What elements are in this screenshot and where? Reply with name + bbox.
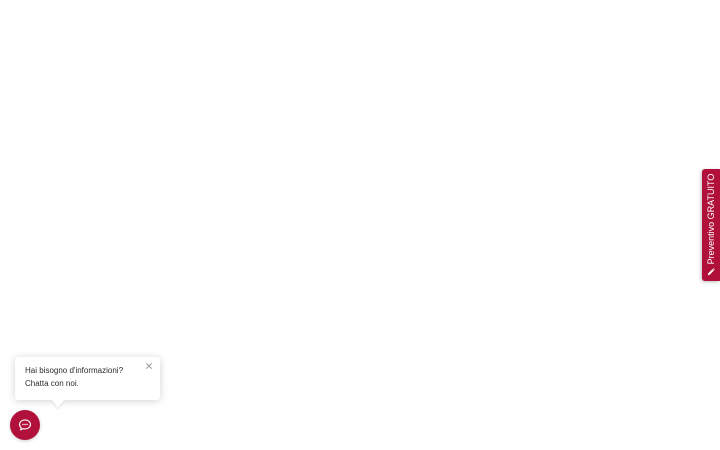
pencil-icon (707, 268, 715, 276)
free-quote-tab[interactable]: Preventivo GRATUITO (702, 169, 720, 281)
free-quote-tab-content: Preventivo GRATUITO (702, 169, 720, 281)
chat-tooltip: Hai bisogno d'informazioni? Chatta con n… (15, 357, 160, 400)
page: Preventivo GRATUITO Hai bisogno d'inform… (0, 0, 720, 450)
chat-icon (18, 418, 32, 432)
chat-tooltip-message: Hai bisogno d'informazioni? Chatta con n… (25, 366, 124, 388)
close-icon[interactable] (145, 362, 153, 370)
chat-launcher-button[interactable] (10, 410, 40, 440)
free-quote-label: Preventivo GRATUITO (706, 173, 716, 265)
